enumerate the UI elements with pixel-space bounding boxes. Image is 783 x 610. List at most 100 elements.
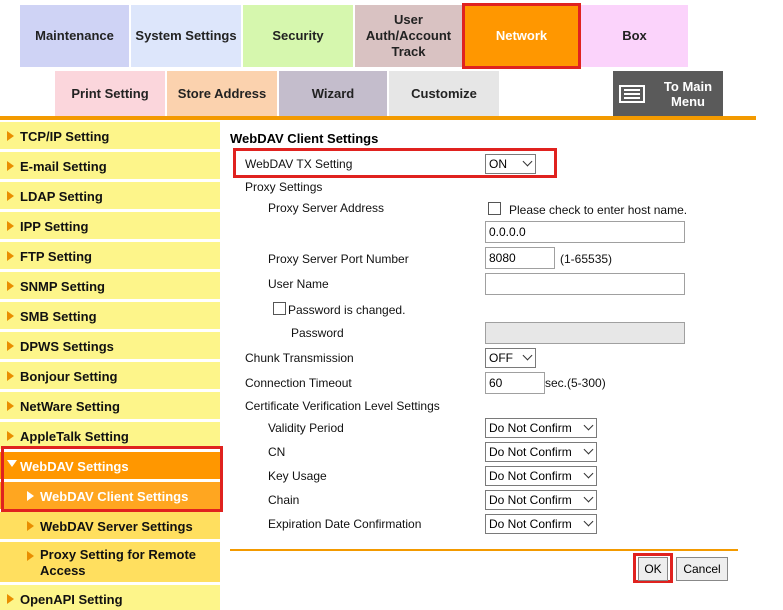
sidebar-item-bonjour[interactable]: Bonjour Setting (0, 362, 220, 391)
password-changed-checkbox[interactable] (273, 302, 286, 315)
sidebar-item-snmp[interactable]: SNMP Setting (0, 272, 220, 301)
expiration-value: Do Not Confirm (489, 517, 572, 531)
proxy-address-input[interactable]: 0.0.0.0 (485, 221, 685, 243)
proxy-port-label: Proxy Server Port Number (268, 252, 409, 266)
main-content: WebDAV Client Settings WebDAV TX Setting… (230, 122, 750, 602)
chunk-transmission-select[interactable]: OFF (485, 348, 536, 368)
tab-user-line1: User (394, 12, 423, 27)
tab-system-settings-label: System Settings (135, 28, 237, 43)
sidebar-item-label: DPWS Settings (20, 339, 114, 354)
arrow-right-icon (7, 251, 14, 261)
subtab-store-address[interactable]: Store Address (167, 71, 277, 116)
tab-user-line2: Auth/Account (365, 28, 452, 43)
host-name-check-label: Please check to enter host name. (509, 203, 688, 217)
user-name-input[interactable] (485, 273, 685, 295)
cn-select[interactable]: Do Not Confirm (485, 442, 597, 462)
sidebar-item-label: AppleTalk Setting (20, 429, 129, 444)
sidebar-item-label: TCP/IP Setting (20, 129, 110, 144)
sidebar-item-label: Proxy Setting for Remote Access (40, 547, 196, 579)
tab-security[interactable]: Security (243, 5, 353, 67)
sidebar-item-appletalk[interactable]: AppleTalk Setting (0, 422, 220, 451)
to-main-menu-button[interactable]: To Main Menu (613, 71, 723, 116)
tab-maintenance-label: Maintenance (35, 28, 114, 43)
form-divider (230, 549, 738, 551)
tab-box[interactable]: Box (581, 5, 688, 67)
arrow-right-icon (7, 431, 14, 441)
arrow-right-icon (7, 341, 14, 351)
tab-network[interactable]: Network (462, 3, 581, 69)
sidebar-item-webdav-client-settings[interactable]: WebDAV Client Settings (0, 482, 220, 511)
arrow-right-icon (27, 551, 34, 561)
subtab-print-setting-label: Print Setting (71, 86, 149, 101)
tab-system-settings[interactable]: System Settings (131, 5, 241, 67)
ok-button[interactable]: OK (638, 557, 668, 581)
arrow-right-icon (7, 131, 14, 141)
proxy-address-label: Proxy Server Address (268, 201, 385, 215)
connection-timeout-input[interactable]: 60 (485, 372, 545, 394)
sidebar-item-netware[interactable]: NetWare Setting (0, 392, 220, 421)
to-main-menu-line1: To Main (663, 78, 713, 94)
sidebar-item-webdav-server-settings[interactable]: WebDAV Server Settings (0, 512, 220, 541)
sidebar-item-label: NetWare Setting (20, 399, 120, 414)
page-title: WebDAV Client Settings (230, 131, 379, 146)
subtab-customize[interactable]: Customize (389, 71, 499, 116)
sidebar-item-label: IPP Setting (20, 219, 89, 234)
arrow-right-icon (7, 221, 14, 231)
validity-period-select[interactable]: Do Not Confirm (485, 418, 597, 438)
sidebar-item-tcpip[interactable]: TCP/IP Setting (0, 122, 220, 151)
arrow-right-icon (7, 191, 14, 201)
chain-select[interactable]: Do Not Confirm (485, 490, 597, 510)
sidebar-item-label: Bonjour Setting (20, 369, 118, 384)
arrow-right-icon (7, 161, 14, 171)
chunk-transmission-value: OFF (489, 351, 513, 365)
cn-value: Do Not Confirm (489, 445, 572, 459)
main-menu-icon (619, 84, 645, 103)
sidebar-item-ldap[interactable]: LDAP Setting (0, 182, 220, 211)
sidebar-item-dpws[interactable]: DPWS Settings (0, 332, 220, 361)
cancel-button[interactable]: Cancel (676, 557, 728, 581)
tab-maintenance[interactable]: Maintenance (20, 5, 129, 67)
host-name-checkbox[interactable] (488, 202, 501, 215)
validity-period-value: Do Not Confirm (489, 421, 572, 435)
sidebar-item-smb[interactable]: SMB Setting (0, 302, 220, 331)
sidebar-item-openapi[interactable]: OpenAPI Setting (0, 585, 220, 610)
to-main-menu-label: To Main Menu (653, 79, 723, 109)
subtab-store-address-label: Store Address (177, 86, 267, 101)
tab-user-line3: Track (391, 44, 426, 59)
subtab-print-setting[interactable]: Print Setting (55, 71, 165, 116)
sidebar-item-ipp[interactable]: IPP Setting (0, 212, 220, 241)
webdav-tx-select[interactable]: ON (485, 154, 536, 174)
proxy-port-input[interactable]: 8080 (485, 247, 555, 269)
expiration-select[interactable]: Do Not Confirm (485, 514, 597, 534)
sidebar-item-label-line1: Proxy Setting for Remote (40, 547, 197, 562)
expiration-label: Expiration Date Confirmation (268, 517, 422, 531)
sidebar-item-label-line2: Access (40, 563, 86, 578)
sidebar-item-email[interactable]: E-mail Setting (0, 152, 220, 181)
sidebar: TCP/IP Setting E-mail Setting LDAP Setti… (0, 122, 220, 610)
arrow-right-icon (7, 371, 14, 381)
tab-user-label: User Auth/Account Track (366, 12, 451, 60)
chevron-down-icon (583, 516, 594, 527)
key-usage-select[interactable]: Do Not Confirm (485, 466, 597, 486)
user-name-label: User Name (268, 277, 329, 291)
chunk-transmission-label: Chunk Transmission (245, 351, 354, 365)
sidebar-item-label: WebDAV Client Settings (40, 489, 189, 504)
sidebar-item-webdav-settings[interactable]: WebDAV Settings (0, 452, 220, 481)
webdav-tx-value: ON (489, 157, 507, 171)
header-divider (0, 116, 756, 120)
connection-timeout-unit: sec.(5-300) (545, 376, 606, 390)
arrow-right-icon (7, 281, 14, 291)
arrow-right-icon (27, 521, 34, 531)
subtab-wizard[interactable]: Wizard (279, 71, 387, 116)
chevron-down-icon (583, 444, 594, 455)
webdav-tx-label: WebDAV TX Setting (245, 157, 353, 171)
password-changed-label: Password is changed. (288, 303, 406, 317)
tab-user-auth-account-track[interactable]: User Auth/Account Track (355, 5, 462, 67)
sidebar-item-label: OpenAPI Setting (20, 592, 123, 607)
sidebar-item-label: SNMP Setting (20, 279, 105, 294)
sidebar-item-label: WebDAV Settings (20, 459, 129, 474)
sidebar-item-ftp[interactable]: FTP Setting (0, 242, 220, 271)
password-input (485, 322, 685, 344)
sidebar-item-proxy-remote-access[interactable]: Proxy Setting for Remote Access (0, 542, 220, 584)
chevron-down-icon (522, 156, 533, 167)
